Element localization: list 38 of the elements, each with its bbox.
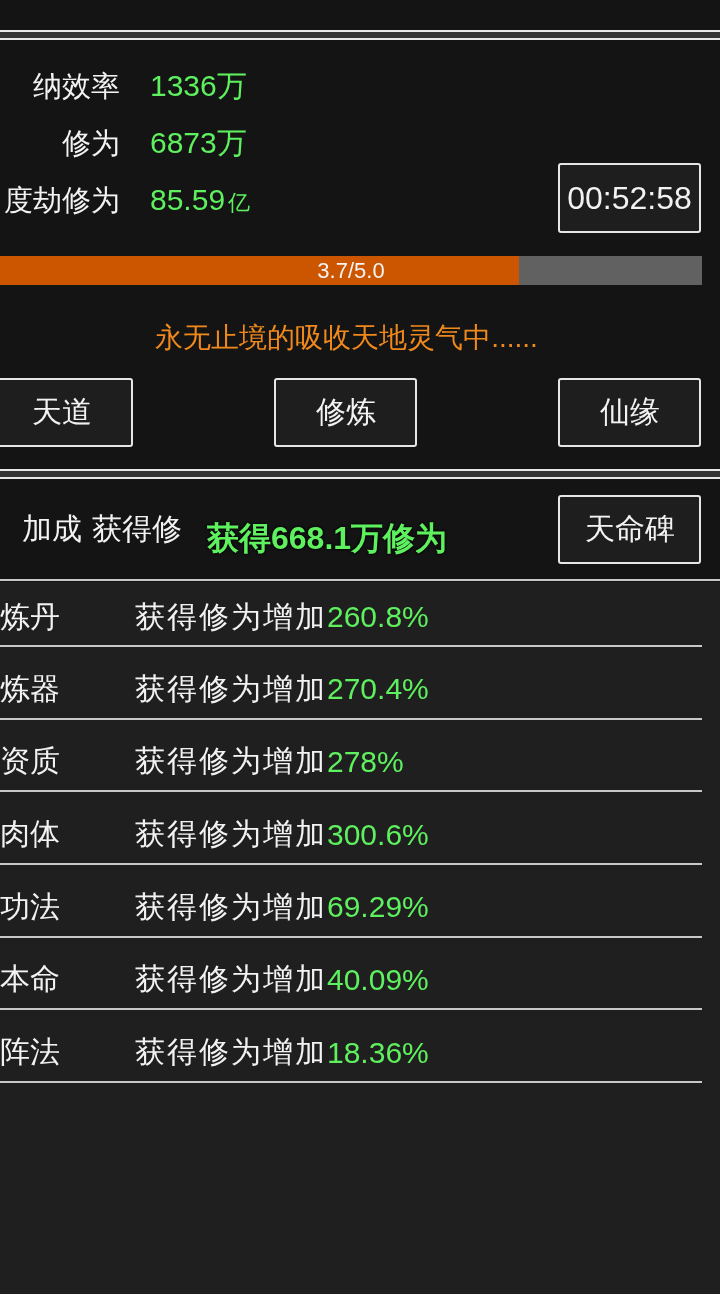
gain-notice-text: 获得668.1万修为 bbox=[207, 519, 448, 558]
bonus-value: 278% bbox=[327, 745, 404, 779]
nav-button[interactable]: 仙缘 bbox=[558, 378, 701, 447]
source-label: 功法 bbox=[0, 888, 61, 925]
nav-button[interactable]: 天道 bbox=[0, 378, 133, 447]
source-label: 阵法 bbox=[0, 1034, 61, 1071]
bonus-label: 加成 bbox=[22, 510, 82, 547]
source-label: 肉体 bbox=[0, 816, 61, 853]
effect-text: 获得修为增加 bbox=[135, 598, 327, 635]
source-label: 本命 bbox=[0, 961, 61, 998]
status-message: 永无止境的吸收天地灵气中...... bbox=[155, 321, 538, 355]
stat-label: 纳效率 bbox=[33, 68, 120, 104]
bonus-value: 300.6% bbox=[327, 817, 429, 852]
stat-label: 度劫修为 bbox=[4, 182, 120, 218]
bonus-value: 270.4% bbox=[327, 672, 429, 707]
bonus-value: 18.36% bbox=[327, 1035, 429, 1070]
source-label: 炼器 bbox=[0, 670, 61, 707]
effect-text: 获得修为增加 bbox=[135, 670, 327, 707]
effect-text: 获得修为增加 bbox=[135, 961, 327, 998]
timer-display: 00:52:58 bbox=[558, 163, 701, 233]
bonus-value: 40.09% bbox=[327, 962, 429, 997]
stat-value: 85.59 bbox=[150, 183, 226, 217]
progress-text: 3.7/5.0 bbox=[317, 257, 385, 284]
effect-text: 获得修为增加 bbox=[135, 888, 327, 925]
unit-label: 亿 bbox=[228, 189, 251, 217]
effect-text: 获得修为增加 bbox=[135, 1034, 327, 1071]
source-label: 炼丹 bbox=[0, 598, 61, 635]
stat-label: 修为 bbox=[62, 125, 120, 161]
source-label: 资质 bbox=[0, 743, 61, 780]
effect-text: 获得修为增加 bbox=[135, 743, 327, 780]
effect-text: 获得修为增加 bbox=[135, 816, 327, 853]
bonus-value: 69.29% bbox=[327, 890, 429, 925]
stat-value: 1336万 bbox=[150, 68, 247, 104]
stat-value: 6873万 bbox=[150, 125, 247, 161]
bonus-value: 260.8% bbox=[327, 600, 429, 634]
stele-button[interactable]: 天命碑 bbox=[558, 494, 701, 564]
bonus-text: 获得修 bbox=[92, 510, 182, 547]
nav-button[interactable]: 修炼 bbox=[274, 378, 417, 447]
